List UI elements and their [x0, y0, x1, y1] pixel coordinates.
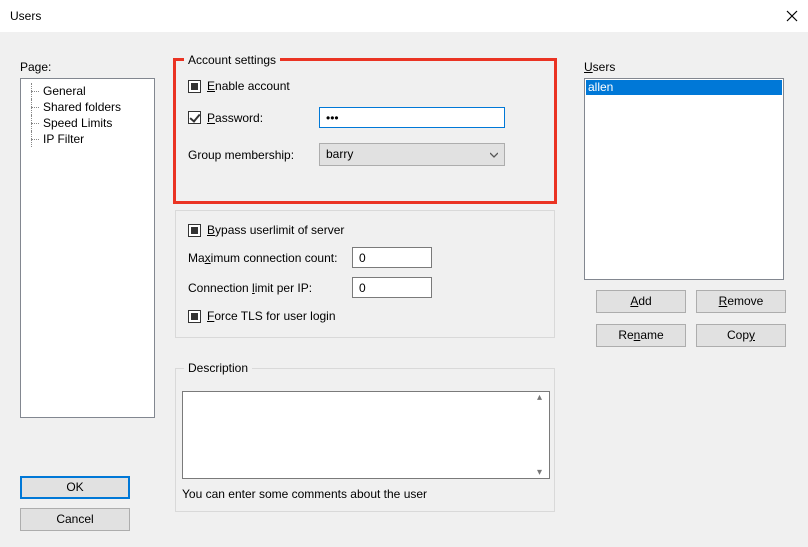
enable-account-label[interactable]: Enable account — [207, 79, 290, 93]
users-dialog: Users Page: General Shared folders Speed… — [0, 0, 808, 547]
group-membership-label: Group membership: — [188, 148, 319, 162]
maxconn-row: Maximum connection count: — [188, 247, 542, 268]
group-membership-select[interactable]: barry — [319, 143, 505, 166]
rename-button[interactable]: Rename — [596, 324, 686, 347]
window-title: Users — [10, 9, 41, 23]
description-textarea[interactable] — [182, 391, 550, 479]
cancel-button[interactable]: Cancel — [20, 508, 130, 531]
group-membership-value: barry — [326, 147, 353, 161]
close-button[interactable] — [758, 10, 798, 22]
description-group: Description ▴ ▾ You can enter some comme… — [175, 368, 555, 512]
tree-item-general[interactable]: General — [25, 83, 150, 99]
client-area: Page: General Shared folders Speed Limit… — [0, 32, 808, 547]
users-label: Users — [584, 60, 615, 74]
tree-item-shared-folders[interactable]: Shared folders — [25, 99, 150, 115]
page-tree[interactable]: General Shared folders Speed Limits IP F… — [20, 78, 155, 418]
group-membership-row: Group membership: barry — [188, 143, 542, 166]
maxconn-input[interactable] — [352, 247, 432, 268]
forcetls-checkbox[interactable] — [188, 310, 201, 323]
enable-account-checkbox[interactable] — [188, 80, 201, 93]
perip-row: Connection limit per IP: — [188, 277, 542, 298]
copy-button[interactable]: Copy — [696, 324, 786, 347]
perip-label: Connection limit per IP: — [188, 281, 348, 295]
users-list-item[interactable]: allen — [586, 80, 782, 95]
bypass-row: Bypass userlimit of server — [188, 223, 542, 237]
forcetls-row: Force TLS for user login — [188, 309, 542, 323]
password-label[interactable]: Password: — [207, 111, 319, 125]
forcetls-label[interactable]: Force TLS for user login — [207, 309, 336, 323]
add-button[interactable]: Add — [596, 290, 686, 313]
password-input[interactable] — [319, 107, 505, 128]
password-row: Password: — [188, 107, 542, 128]
users-listbox[interactable]: allen — [584, 78, 784, 280]
enable-account-row: Enable account — [188, 79, 542, 93]
chevron-down-icon — [490, 151, 498, 159]
tree-item-ip-filter[interactable]: IP Filter — [25, 131, 150, 147]
bypass-label[interactable]: Bypass userlimit of server — [207, 223, 344, 237]
limits-group: Bypass userlimit of server Maximum conne… — [175, 210, 555, 338]
tree-item-speed-limits[interactable]: Speed Limits — [25, 115, 150, 131]
page-label: Page: — [20, 60, 51, 74]
description-legend: Description — [184, 361, 252, 375]
account-settings-group: Account settings Enable account Password… — [175, 60, 555, 202]
maxconn-label: Maximum connection count: — [188, 251, 348, 265]
account-settings-legend: Account settings — [184, 53, 280, 67]
perip-input[interactable] — [352, 277, 432, 298]
bypass-checkbox[interactable] — [188, 224, 201, 237]
remove-button[interactable]: Remove — [696, 290, 786, 313]
close-icon — [786, 10, 798, 22]
titlebar: Users — [0, 0, 808, 32]
ok-button[interactable]: OK — [20, 476, 130, 499]
password-checkbox[interactable] — [188, 111, 201, 124]
description-hint: You can enter some comments about the us… — [182, 487, 427, 501]
